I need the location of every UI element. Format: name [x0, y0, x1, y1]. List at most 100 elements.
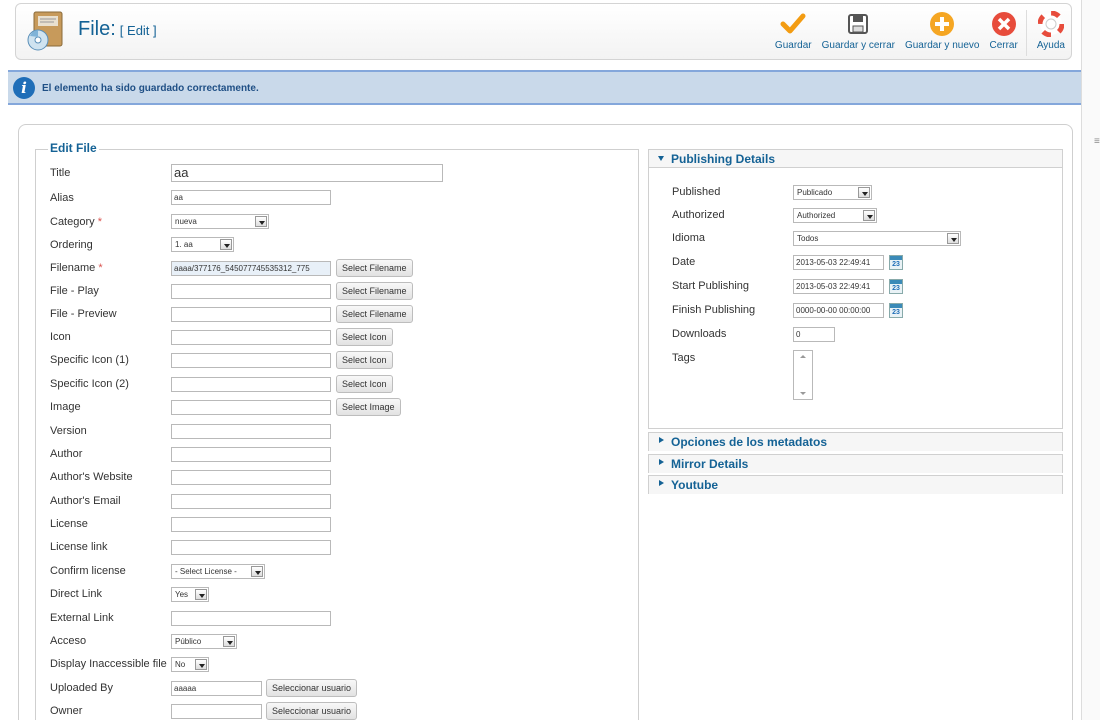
- filename-input[interactable]: aaaa/377176_545077745535312_775: [171, 261, 331, 276]
- select-icon-button[interactable]: Select Icon: [336, 328, 393, 346]
- downloads-label: Downloads: [672, 328, 727, 340]
- version-input[interactable]: [171, 424, 331, 439]
- confirm-license-select[interactable]: - Select License -: [171, 564, 265, 579]
- confirm-license-value: - Select License -: [175, 567, 237, 576]
- scroll-down-icon: [800, 392, 806, 395]
- title-input[interactable]: aa: [171, 164, 443, 182]
- icon-input[interactable]: [171, 330, 331, 345]
- author-email-input[interactable]: [171, 494, 331, 509]
- field-author: Author: [50, 445, 630, 465]
- field-published: Published Publicado: [672, 183, 1052, 203]
- chevron-down-icon: [223, 636, 235, 647]
- select-specific-icon-2-button[interactable]: Select Icon: [336, 375, 393, 393]
- select-image-button[interactable]: Select Image: [336, 398, 401, 416]
- save-and-new-button[interactable]: Guardar y nuevo: [905, 10, 979, 51]
- chevron-down-icon: [947, 233, 959, 244]
- field-owner: Owner Seleccionar usuario: [50, 702, 630, 720]
- edit-file-legend: Edit File: [48, 141, 99, 155]
- published-select[interactable]: Publicado: [793, 185, 872, 200]
- start-publishing-label: Start Publishing: [672, 280, 750, 292]
- specific-icon-1-input[interactable]: [171, 353, 331, 368]
- owner-label: Owner: [50, 705, 83, 717]
- start-publishing-input[interactable]: 2013-05-03 22:49:41: [793, 279, 884, 294]
- confirm-license-label: Confirm license: [50, 565, 126, 577]
- metadata-options-pane[interactable]: Opciones de los metadatos: [648, 432, 1063, 451]
- mirror-details-header[interactable]: Mirror Details: [649, 455, 1062, 473]
- date-input[interactable]: 2013-05-03 22:49:41: [793, 255, 884, 270]
- triangle-down-icon: [658, 156, 664, 161]
- youtube-header[interactable]: Youtube: [649, 476, 1062, 494]
- acceso-select[interactable]: Público: [171, 634, 237, 649]
- scrollbar[interactable]: ≡: [1081, 0, 1100, 720]
- alias-input[interactable]: aa: [171, 190, 331, 205]
- publishing-details-header[interactable]: Publishing Details: [649, 150, 1062, 168]
- downloads-input[interactable]: 0: [793, 327, 835, 342]
- license-input[interactable]: [171, 517, 331, 532]
- owner-input[interactable]: [171, 704, 262, 719]
- close-button[interactable]: Cerrar: [989, 10, 1018, 51]
- icon-label: Icon: [50, 331, 71, 343]
- field-license-link: License link: [50, 538, 630, 558]
- select-file-play-button[interactable]: Select Filename: [336, 282, 413, 300]
- published-value: Publicado: [797, 188, 833, 197]
- category-select[interactable]: nueva: [171, 214, 269, 229]
- field-license: License: [50, 515, 630, 535]
- triangle-right-icon: [659, 480, 664, 486]
- chevron-down-icon: [255, 216, 267, 227]
- chevron-down-icon: [220, 239, 232, 250]
- finish-publishing-input[interactable]: 0000-00-00 00:00:00: [793, 303, 884, 318]
- chevron-down-icon: [251, 566, 263, 577]
- field-display-inaccessible: Display Inaccessible file No: [50, 655, 630, 675]
- select-filename-button[interactable]: Select Filename: [336, 259, 413, 277]
- author-website-input[interactable]: [171, 470, 331, 485]
- specific-icon-2-input[interactable]: [171, 377, 331, 392]
- save-and-close-button[interactable]: Guardar y cerrar: [822, 10, 895, 51]
- license-link-input[interactable]: [171, 540, 331, 555]
- file-play-label: File - Play: [50, 285, 99, 297]
- check-icon: [779, 10, 807, 38]
- select-specific-icon-1-button[interactable]: Select Icon: [336, 351, 393, 369]
- direct-link-select[interactable]: Yes: [171, 587, 209, 602]
- author-input[interactable]: [171, 447, 331, 462]
- display-inaccessible-select[interactable]: No: [171, 657, 209, 672]
- calendar-icon[interactable]: 23: [889, 255, 903, 270]
- select-owner-button[interactable]: Seleccionar usuario: [266, 702, 358, 720]
- uploaded-by-input[interactable]: aaaaa: [171, 681, 262, 696]
- display-inaccessible-value: No: [175, 660, 186, 669]
- mirror-details-pane[interactable]: Mirror Details: [648, 454, 1063, 473]
- alias-label: Alias: [50, 192, 74, 204]
- toolbar-divider: [1025, 10, 1027, 56]
- calendar-icon[interactable]: 23: [889, 279, 903, 294]
- idioma-select[interactable]: Todos: [793, 231, 961, 246]
- authorized-select[interactable]: Authorized: [793, 208, 877, 223]
- calendar-icon[interactable]: 23: [889, 303, 903, 318]
- tags-listbox[interactable]: [793, 350, 813, 400]
- author-email-label: Author's Email: [50, 495, 121, 507]
- youtube-pane[interactable]: Youtube: [648, 475, 1063, 494]
- idioma-value: Todos: [797, 234, 819, 243]
- mirror-details-title: Mirror Details: [671, 457, 749, 471]
- required-mark: *: [98, 262, 103, 274]
- field-downloads: Downloads 0: [672, 325, 1052, 345]
- field-date: Date 2013-05-03 22:49:41 23: [672, 253, 1052, 273]
- file-preview-input[interactable]: [171, 307, 331, 322]
- select-uploader-button[interactable]: Seleccionar usuario: [266, 679, 358, 697]
- filename-label: Filename *: [50, 262, 103, 274]
- close-icon: [990, 10, 1018, 38]
- image-input[interactable]: [171, 400, 331, 415]
- info-icon: i: [13, 77, 35, 99]
- ordering-select[interactable]: 1. aa: [171, 237, 234, 252]
- field-filename: Filename * aaaa/377176_545077745535312_7…: [50, 259, 630, 279]
- youtube-title: Youtube: [671, 478, 719, 492]
- save-button[interactable]: Guardar: [775, 10, 812, 51]
- display-inaccessible-label: Display Inaccessible file: [50, 658, 167, 670]
- help-button[interactable]: Ayuda: [1037, 10, 1065, 51]
- category-label-text: Category: [50, 216, 95, 228]
- select-file-preview-button[interactable]: Select Filename: [336, 305, 413, 323]
- external-link-input[interactable]: [171, 611, 331, 626]
- field-icon: Icon Select Icon: [50, 328, 630, 348]
- field-uploaded-by: Uploaded By aaaaa Seleccionar usuario: [50, 679, 630, 699]
- file-play-input[interactable]: [171, 284, 331, 299]
- image-label: Image: [50, 401, 81, 413]
- metadata-options-header[interactable]: Opciones de los metadatos: [649, 433, 1062, 451]
